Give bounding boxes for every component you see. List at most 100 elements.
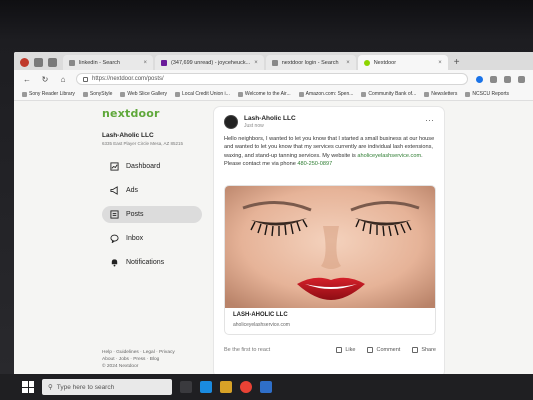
footer-links-2[interactable]: About · Jobs · Press · Blog	[102, 356, 175, 363]
comment-button[interactable]: Comment	[367, 347, 400, 353]
windows-start-icon[interactable]	[22, 381, 34, 393]
bell-icon	[111, 259, 118, 267]
bookmark-item[interactable]: Newsletters	[424, 91, 457, 97]
bookmark-favicon-icon	[22, 91, 27, 97]
like-label: Like	[345, 347, 356, 353]
tab-mail[interactable]: (347,699 unread) - joyceheuck... ×	[155, 55, 264, 70]
bookmark-item[interactable]: SonyStyle	[82, 91, 113, 97]
refresh-icon[interactable]: ↻	[40, 75, 50, 84]
bookmark-favicon-icon	[82, 91, 88, 97]
business-name: Lash-Aholic LLC	[102, 132, 154, 139]
bookmark-item[interactable]: NCSCU Reports	[465, 91, 509, 97]
avatar[interactable]	[224, 115, 238, 129]
more-options-icon[interactable]: ···	[425, 115, 434, 125]
bookmark-favicon-icon	[361, 91, 367, 97]
sidebar-item-ads[interactable]: Ads	[102, 182, 202, 199]
tab-linkedin-search[interactable]: linkedin - Search ×	[63, 55, 153, 70]
favorites-star-icon[interactable]	[490, 75, 497, 83]
posts-icon	[110, 210, 119, 219]
window-icons	[20, 54, 57, 70]
bookmark-label: SonyStyle	[89, 91, 113, 97]
address-bar-row: ← ↻ ⌂ https://nextdoor.com/posts/	[14, 70, 533, 88]
post-website-link[interactable]: aholiceyelashservice.com	[357, 153, 421, 159]
close-tab-icon[interactable]: ×	[143, 60, 147, 66]
bookmark-item[interactable]: Sony Reader Library	[22, 91, 75, 97]
share-button[interactable]: Share	[412, 347, 436, 353]
sidebar-item-label: Inbox	[126, 235, 144, 242]
search-favicon-icon	[271, 59, 278, 66]
business-address: 6335 East Player Circle Mesa, AZ 85215	[102, 141, 184, 146]
search-icon: ⚲	[48, 384, 53, 391]
extension-icon[interactable]	[476, 75, 483, 83]
sidebar-item-label: Notifications	[126, 259, 165, 266]
sidebar-item-dashboard[interactable]: Dashboard	[102, 158, 202, 175]
sidebar-item-label: Dashboard	[126, 163, 161, 170]
megaphone-icon	[110, 186, 118, 195]
toolbar-icons	[476, 75, 525, 83]
bookmark-favicon-icon	[175, 91, 181, 97]
bookmark-favicon-icon	[237, 91, 243, 97]
footer-links-1[interactable]: Help · Guidelines · Legal · Privacy	[102, 349, 175, 356]
tab-nextdoor[interactable]: Nextdoor ×	[357, 55, 448, 70]
close-tab-icon[interactable]: ×	[346, 60, 350, 66]
file-explorer-icon[interactable]	[220, 381, 232, 393]
sidebar-footer: Help · Guidelines · Legal · Privacy Abou…	[102, 349, 175, 370]
share-label: Share	[421, 347, 436, 353]
chrome-icon[interactable]	[240, 381, 252, 393]
heart-icon	[336, 347, 343, 353]
bookmark-item[interactable]: Community Bank of...	[361, 91, 416, 97]
link-preview-title: LASH-AHOLIC LLC	[233, 312, 288, 318]
new-tab-button[interactable]: +	[450, 55, 464, 70]
bookmark-favicon-icon	[465, 91, 471, 97]
tab-strip: linkedin - Search × (347,699 unread) - j…	[14, 52, 533, 70]
bookmark-label: Local Credit Union i...	[182, 91, 230, 97]
back-icon[interactable]: ←	[22, 75, 32, 84]
collections-icon[interactable]	[34, 57, 43, 67]
edge-icon[interactable]	[200, 381, 212, 393]
tab-label: Nextdoor	[373, 59, 397, 66]
post-phone-link[interactable]: 480-250-0897	[297, 161, 332, 167]
split-screen-icon[interactable]	[504, 75, 511, 83]
bookmark-favicon-icon	[424, 91, 430, 97]
close-tab-icon[interactable]: ×	[254, 60, 258, 66]
like-button[interactable]: Like	[336, 347, 355, 353]
bookmark-favicon-icon	[298, 91, 304, 97]
photo-of-monitor: linkedin - Search × (347,699 unread) - j…	[0, 0, 533, 400]
bookmark-item[interactable]: Amazon.com: Spen...	[298, 91, 353, 97]
taskbar-search-input[interactable]: ⚲ Type here to search	[42, 379, 172, 395]
tab-nextdoor-login-search[interactable]: nextdoor login - Search ×	[265, 55, 356, 70]
task-view-icon[interactable]	[180, 381, 192, 393]
search-placeholder: Type here to search	[56, 383, 115, 391]
post-time: Just now	[244, 123, 264, 129]
sidebar-item-label: Posts	[126, 211, 144, 218]
bookmark-item[interactable]: Welcome to the Air...	[237, 91, 291, 97]
home-icon[interactable]: ⌂	[58, 75, 68, 84]
browser-window: linkedin - Search × (347,699 unread) - j…	[14, 52, 533, 382]
footer-copyright: © 2024 Nextdoor	[102, 364, 139, 369]
url-field[interactable]: https://nextdoor.com/posts/	[76, 73, 468, 85]
sidebar-item-notifications[interactable]: Notifications	[102, 254, 202, 271]
sidebar-item-posts[interactable]: Posts	[102, 206, 202, 223]
profile-icon[interactable]	[20, 57, 29, 67]
sidebar-item-inbox[interactable]: Inbox	[102, 230, 202, 247]
nextdoor-logo[interactable]: nextdoor	[102, 107, 202, 120]
sidebar-item-label: Ads	[126, 187, 139, 194]
workspaces-icon[interactable]	[48, 57, 57, 67]
link-preview[interactable]: LASH-AHOLIC LLC aholiceyelashservice.com	[224, 185, 436, 335]
bookmark-item[interactable]: Local Credit Union i...	[175, 91, 230, 97]
post-header: Lash-Aholic LLC Just now	[224, 115, 296, 129]
bookmark-favicon-icon	[120, 91, 126, 97]
mail-favicon-icon	[161, 59, 167, 66]
app-icon[interactable]	[260, 381, 272, 393]
bookmark-label: Sony Reader Library	[29, 91, 75, 97]
chat-bubble-icon	[110, 234, 119, 243]
settings-more-icon[interactable]	[518, 75, 525, 83]
comment-icon	[367, 347, 374, 353]
bookmarks-bar: Sony Reader Library SonyStyle Web Slice …	[14, 88, 533, 101]
bookmark-item[interactable]: Web Slice Gallery	[120, 91, 167, 97]
dashboard-icon	[110, 162, 119, 171]
post-author[interactable]: Lash-Aholic LLC	[244, 115, 296, 122]
close-tab-icon[interactable]: ×	[438, 60, 442, 66]
bookmark-label: NCSCU Reports	[472, 91, 510, 97]
tab-label: (347,699 unread) - joyceheuck...	[171, 59, 251, 66]
